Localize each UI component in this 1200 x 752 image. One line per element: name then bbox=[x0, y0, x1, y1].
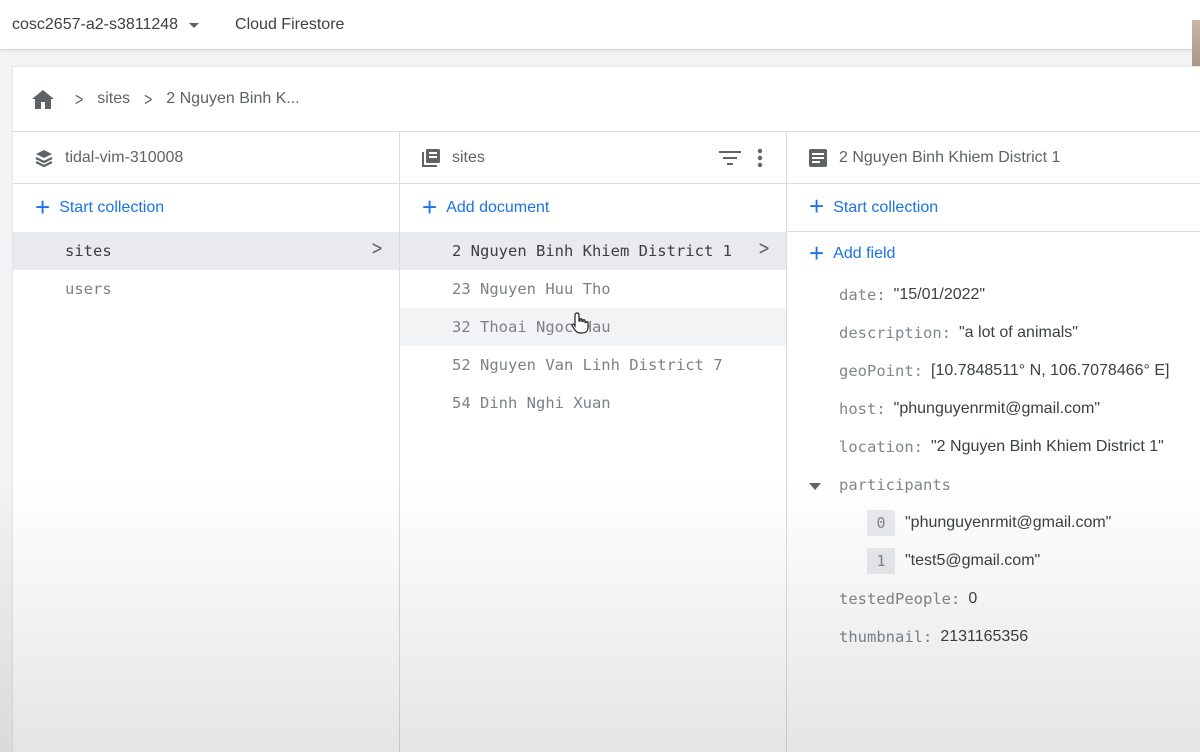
array-item-row[interactable]: 1 "test5@gmail.com" bbox=[787, 542, 1200, 580]
firestore-data-panel: > sites > 2 Nguyen Binh K... tidal-vim-3… bbox=[12, 66, 1200, 752]
document-icon bbox=[807, 147, 829, 169]
field-key: testedPeople: bbox=[839, 590, 961, 608]
document-item[interactable]: 54 Dinh Nghi Xuan bbox=[400, 384, 786, 422]
more-vert-icon[interactable] bbox=[748, 146, 772, 170]
top-bar: cosc2657-a2-s3811248 Cloud Firestore bbox=[0, 0, 1200, 50]
start-collection-label: Start collection bbox=[59, 199, 165, 216]
field-value: "phunguyenrmit@gmail.com" bbox=[905, 514, 1112, 531]
database-icon bbox=[33, 147, 55, 169]
expand-arrow-icon[interactable] bbox=[809, 482, 821, 490]
breadcrumb-item-sites[interactable]: sites bbox=[97, 90, 130, 108]
document-item[interactable]: 32 Thoai Ngoc Hau bbox=[400, 308, 786, 346]
field-key: participants bbox=[839, 476, 951, 494]
field-row[interactable]: date: "15/01/2022" bbox=[787, 276, 1200, 314]
plus-icon: + bbox=[809, 191, 825, 221]
project-selector[interactable]: cosc2657-a2-s3811248 bbox=[12, 15, 200, 34]
filter-icon[interactable] bbox=[718, 146, 742, 170]
field-key: description: bbox=[839, 324, 951, 342]
project-id-title: tidal-vim-310008 bbox=[65, 148, 184, 166]
add-document-label: Add document bbox=[446, 199, 550, 216]
collection-item-users[interactable]: users bbox=[13, 270, 399, 308]
start-subcollection-button[interactable]: + Start collection bbox=[787, 184, 1200, 232]
field-value: "2 Nguyen Binh Khiem District 1" bbox=[931, 438, 1164, 455]
root-column-header: tidal-vim-310008 bbox=[13, 132, 399, 184]
breadcrumb: > sites > 2 Nguyen Binh K... bbox=[13, 67, 1200, 132]
field-key: thumbnail: bbox=[839, 628, 933, 646]
add-field-button[interactable]: + Add field bbox=[787, 232, 1200, 276]
document-column: 2 Nguyen Binh Khiem District 1 + Start c… bbox=[787, 132, 1200, 752]
document-item[interactable]: 52 Nguyen Van Linh District 7 bbox=[400, 346, 786, 384]
field-value: "phunguyenrmit@gmail.com" bbox=[893, 400, 1101, 417]
list-item-label: 54 Dinh Nghi Xuan bbox=[452, 394, 611, 412]
product-name: Cloud Firestore bbox=[235, 15, 345, 33]
array-index: 1 bbox=[867, 548, 895, 574]
array-item-row[interactable]: 0 "phunguyenrmit@gmail.com" bbox=[787, 504, 1200, 542]
field-key: location: bbox=[839, 438, 923, 456]
field-value: 2131165356 bbox=[940, 628, 1029, 645]
chevron-right-icon: > bbox=[758, 237, 770, 261]
document-title: 2 Nguyen Binh Khiem District 1 bbox=[839, 148, 1061, 166]
field-key: host: bbox=[839, 400, 886, 418]
list-item-label: 23 Nguyen Huu Tho bbox=[452, 280, 611, 298]
field-row[interactable]: host: "phunguyenrmit@gmail.com" bbox=[787, 390, 1200, 428]
breadcrumb-item-document[interactable]: 2 Nguyen Binh K... bbox=[166, 90, 299, 108]
hand-cursor-icon bbox=[571, 312, 589, 334]
document-item[interactable]: 23 Nguyen Huu Tho bbox=[400, 270, 786, 308]
collection-column-header: sites bbox=[400, 132, 786, 184]
add-field-label: Add field bbox=[833, 245, 896, 262]
field-row[interactable]: description: "a lot of animals" bbox=[787, 314, 1200, 352]
field-value: [10.7848511° N, 106.7078466° E] bbox=[931, 362, 1170, 379]
home-icon[interactable] bbox=[31, 88, 55, 110]
chevron-right-icon: > bbox=[371, 237, 383, 261]
field-value: 0 bbox=[968, 590, 978, 607]
plus-icon: + bbox=[35, 191, 51, 222]
collection-item-sites[interactable]: sites > bbox=[13, 232, 399, 270]
field-row[interactable]: location: "2 Nguyen Binh Khiem District … bbox=[787, 428, 1200, 466]
start-collection-label: Start collection bbox=[833, 198, 939, 216]
start-collection-button[interactable]: + Start collection bbox=[13, 184, 399, 232]
field-key: geoPoint: bbox=[839, 362, 923, 380]
field-value: "15/01/2022" bbox=[893, 286, 986, 303]
collection-icon bbox=[420, 147, 442, 169]
document-column-header: 2 Nguyen Binh Khiem District 1 bbox=[787, 132, 1200, 184]
document-item[interactable]: 2 Nguyen Binh Khiem District 1 > bbox=[400, 232, 786, 270]
field-row-participants[interactable]: participants bbox=[787, 466, 1200, 504]
array-index: 0 bbox=[867, 510, 895, 536]
list-item-label: 52 Nguyen Van Linh District 7 bbox=[452, 356, 723, 374]
project-name: cosc2657-a2-s3811248 bbox=[12, 15, 179, 33]
collection-column: sites + Add document 2 Nguyen Binh Khiem… bbox=[400, 132, 787, 752]
field-row[interactable]: geoPoint: [10.7848511° N, 106.7078466° E… bbox=[787, 352, 1200, 390]
field-value: "test5@gmail.com" bbox=[905, 552, 1041, 569]
list-item-label: users bbox=[65, 280, 112, 298]
field-row[interactable]: thumbnail: 2131165356 bbox=[787, 618, 1200, 656]
plus-icon: + bbox=[422, 191, 438, 222]
list-item-label: sites bbox=[65, 242, 112, 260]
field-key: date: bbox=[839, 286, 886, 304]
field-value: "a lot of animals" bbox=[958, 324, 1078, 341]
chevron-right-icon: > bbox=[144, 88, 153, 110]
chevron-right-icon: > bbox=[75, 88, 84, 110]
add-document-button[interactable]: + Add document bbox=[400, 184, 786, 232]
dropdown-caret-icon bbox=[189, 23, 200, 28]
collection-title: sites bbox=[452, 148, 485, 166]
root-column: tidal-vim-310008 + Start collection site… bbox=[13, 132, 400, 752]
list-item-label: 2 Nguyen Binh Khiem District 1 bbox=[452, 242, 732, 260]
plus-icon: + bbox=[809, 237, 825, 268]
field-row[interactable]: testedPeople: 0 bbox=[787, 580, 1200, 618]
